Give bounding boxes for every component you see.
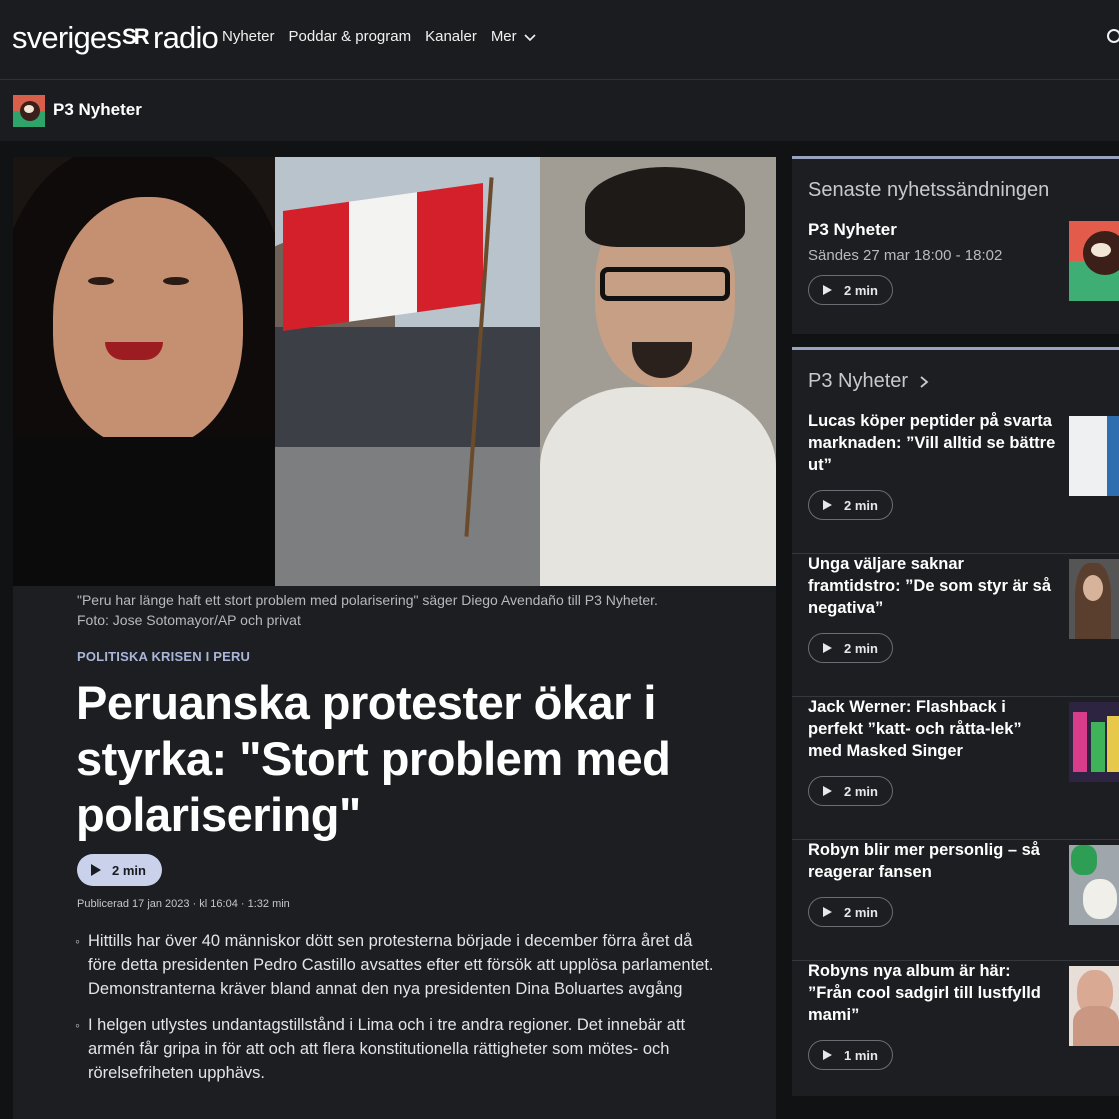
published-date: Publicerad 17 jan 2023 · kl 16:04 · 1:32… [77,898,290,910]
photo-shape [53,197,243,447]
list-item-title[interactable]: Robyn blir mer personlig – så reagerar f… [808,839,1058,883]
program-title[interactable]: P3 Nyheter [53,100,142,120]
photo-shape [600,267,730,301]
list-item[interactable]: Unga väljare saknar framtidstro: ”De som… [792,553,1119,697]
photo-protest [275,157,540,586]
play-label: 2 min [844,640,878,656]
latest-thumbnail[interactable] [1069,221,1119,301]
top-navigation: sveriges SR radio Nyheter Poddar & progr… [0,0,1119,80]
logo-text-left: sveriges [12,20,122,55]
program-list-heading[interactable]: P3 Nyheter [808,370,930,393]
play-label: 2 min [844,904,878,920]
list-item-thumbnail[interactable] [1069,702,1119,782]
play-label: 1 min [844,1047,878,1063]
summary-bullet: I helgen utlystes undantagstillstånd i L… [75,1013,717,1085]
list-item-play-button[interactable]: 2 min [808,633,893,663]
thumb-shape [1083,879,1117,919]
list-item-play-button[interactable]: 2 min [808,897,893,927]
list-item-play-button[interactable]: 2 min [808,776,893,806]
nav-item-nyheter[interactable]: Nyheter [222,28,275,45]
play-icon [823,643,832,653]
latest-subtitle: Sändes 27 mar 18:00 - 18:02 [808,247,1003,264]
list-item-thumbnail[interactable] [1069,966,1119,1046]
list-item-title[interactable]: Unga väljare saknar framtidstro: ”De som… [808,553,1058,619]
list-item[interactable]: Lucas köper peptider på svarta marknaden… [792,410,1119,554]
photo-shape [88,277,114,285]
hero-image [13,157,776,586]
thumb-shape [1083,575,1103,601]
thumb-shape [1107,416,1119,496]
program-list-card: P3 Nyheter Lucas köper peptider på svart… [792,347,1119,1096]
photo-shape [13,437,275,586]
article: "Peru har länge haft ett stort problem m… [13,157,776,1119]
logo-text-right: radio [153,20,219,55]
list-item[interactable]: Robyns nya album är här: ”Från cool sadg… [792,960,1119,1096]
list-item-title[interactable]: Robyns nya album är här: ”Från cool sadg… [808,960,1058,1026]
flag-stripe [283,201,349,332]
photo-shape [585,167,745,247]
summary-bullet: Hittills har över 40 människor dött sen … [75,929,717,1001]
play-label: 2 min [112,862,146,878]
main-nav: Nyheter Poddar & program Kanaler Mer [222,28,551,45]
list-item-thumbnail[interactable] [1069,416,1119,496]
thumb-shape [1073,712,1087,772]
photo-shape [540,387,776,586]
thumb-shape [1091,243,1111,257]
list-item-play-button[interactable]: 2 min [808,490,893,520]
article-headline: Peruanska protester ökar i styrka: "Stor… [76,676,671,841]
article-summary: Hittills har över 40 människor dött sen … [75,929,717,1097]
flag-stripe [349,192,417,322]
photo-shape [105,342,163,360]
article-play-button[interactable]: 2 min [77,854,162,886]
play-icon [823,285,832,295]
chevron-down-icon [524,33,536,41]
thumb-shape [1073,1006,1119,1046]
nav-item-kanaler[interactable]: Kanaler [425,28,477,45]
photo-shape [275,327,540,447]
latest-title[interactable]: P3 Nyheter [808,220,897,240]
list-item-play-button[interactable]: 1 min [808,1040,893,1070]
list-item[interactable]: Robyn blir mer personlig – så reagerar f… [792,839,1119,961]
list-item-thumbnail[interactable] [1069,559,1119,639]
thumb-shape [1091,722,1105,772]
thumb-shape [1069,416,1107,496]
play-label: 2 min [844,497,878,513]
photo-woman [13,157,275,586]
sveriges-radio-logo[interactable]: sveriges SR radio [12,18,219,58]
latest-heading: Senaste nyhetssändningen [808,179,1050,201]
thumb-shape [1107,716,1119,772]
play-icon [823,1050,832,1060]
program-thumbnail[interactable] [13,95,45,127]
play-icon [91,864,101,876]
program-bar [0,80,1119,141]
logo-mark: SR [122,24,150,49]
list-item-thumbnail[interactable] [1069,845,1119,925]
list-item[interactable]: Jack Werner: Flashback i perfekt ”katt- … [792,696,1119,840]
article-kicker[interactable]: POLITISKA KRISEN I PERU [77,649,250,664]
search-icon[interactable] [1106,28,1119,48]
play-icon [823,786,832,796]
play-label: 2 min [844,783,878,799]
play-icon [823,500,832,510]
image-caption: "Peru har länge haft ett stort problem m… [77,592,658,628]
play-label: 2 min [844,282,878,298]
nav-item-mer-label: Mer [490,28,517,45]
list-item-title[interactable]: Jack Werner: Flashback i perfekt ”katt- … [808,696,1058,762]
nav-item-mer[interactable]: Mer [491,28,537,45]
nav-item-poddar-program[interactable]: Poddar & program [289,28,412,45]
program-list-heading-label: P3 Nyheter [808,370,909,392]
flag-stripe [417,182,483,313]
latest-play-button[interactable]: 2 min [808,275,893,305]
list-item-title[interactable]: Lucas köper peptider på svarta marknaden… [808,410,1058,476]
photo-man [540,157,776,586]
thumb-shape [1071,845,1097,875]
thumb-shape [24,105,34,113]
play-icon [823,907,832,917]
latest-broadcast-card: Senaste nyhetssändningen P3 Nyheter Sänd… [792,156,1119,334]
chevron-right-icon [920,375,929,388]
photo-shape [163,277,189,285]
